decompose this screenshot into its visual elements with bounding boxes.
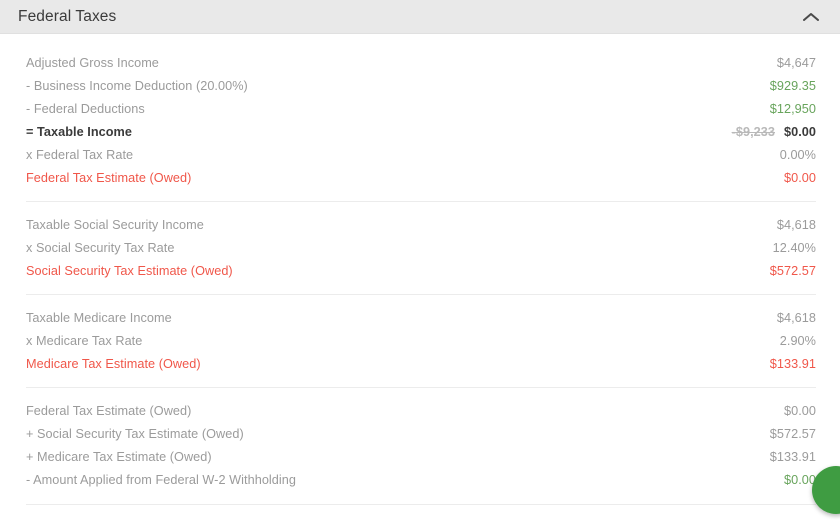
row-value-amount: 2.90% (779, 334, 816, 348)
row-label: Taxable Medicare Income (26, 311, 172, 325)
tax-row: Federal Tax Estimate (Owed) $0.00 (26, 400, 816, 423)
row-label: - Business Income Deduction (20.00%) (26, 79, 248, 93)
row-value-amount: $12,950 (769, 102, 816, 116)
tax-group-medicare-tax: Taxable Medicare Income $4,618 x Medicare … (26, 294, 816, 376)
row-value: $133.91 (770, 353, 816, 376)
federal-taxes-panel: Federal Taxes Adjusted Gross Income $4,64… (0, 0, 840, 520)
row-label: + Social Security Tax Estimate (Owed) (26, 427, 244, 441)
row-value-amount: $0.00 (784, 404, 816, 418)
tax-row: x Medicare Tax Rate 2.90% (26, 330, 816, 353)
row-value-amount: $4,618 (776, 311, 816, 325)
row-value-amount: $572.57 (769, 427, 816, 441)
row-value-amount: 0.00% (779, 148, 816, 162)
row-label: Taxable Social Security Income (26, 218, 204, 232)
tax-row: - Business Income Deduction (20.00%) $929… (26, 75, 816, 98)
row-value-struck: -$9,233 (731, 125, 775, 139)
row-value-amount: 12.40% (772, 241, 816, 255)
row-value: $0.00 (784, 167, 816, 190)
tax-row: - Federal Deductions $12,950 (26, 98, 816, 121)
row-value: 2.90% (780, 330, 816, 353)
row-label: Federal Tax Estimate (Owed) (26, 404, 192, 418)
tax-row: - Amount Applied from Federal W-2 Withho… (26, 469, 816, 492)
row-value-amount: $4,618 (776, 218, 816, 232)
tax-row: x Social Security Tax Rate 12.40% (26, 237, 816, 260)
row-value: $929.35 (770, 75, 816, 98)
row-label: - Federal Deductions (26, 102, 145, 116)
tax-breakdown-groups: Adjusted Gross Income $4,647 - Business In… (26, 52, 816, 492)
row-label: = Taxable Income (26, 125, 132, 139)
tax-group-social-security-tax: Taxable Social Security Income $4,618 x So… (26, 201, 816, 283)
row-value: 12.40% (773, 237, 816, 260)
row-label: x Federal Tax Rate (26, 148, 134, 162)
chevron-up-icon[interactable] (798, 4, 824, 30)
row-value: $4,618 (777, 214, 816, 237)
row-value: $4,618 (777, 307, 816, 330)
panel-body: Adjusted Gross Income $4,647 - Business In… (0, 34, 840, 520)
row-value-amount: $572.57 (769, 264, 816, 278)
row-label: Adjusted Gross Income (26, 56, 159, 70)
row-label: + Medicare Tax Estimate (Owed) (26, 450, 212, 464)
row-label: - Amount Applied from Federal W-2 Withho… (26, 473, 296, 487)
tax-group-tax-summary: Federal Tax Estimate (Owed) $0.00 + Social… (26, 387, 816, 492)
row-value-amount: $0.00 (784, 171, 816, 185)
row-value-amount: $0.00 (784, 125, 816, 139)
row-value: $0.00 (784, 400, 816, 423)
row-value: $572.57 (770, 260, 816, 283)
tax-row: Adjusted Gross Income $4,647 (26, 52, 816, 75)
tax-row: Federal Tax Estimate (Owed) $0.00 (26, 167, 816, 190)
row-label: Social Security Tax Estimate (Owed) (26, 264, 233, 278)
row-label: Medicare Tax Estimate (Owed) (26, 357, 201, 371)
row-value: $4,647 (777, 52, 816, 75)
row-value-amount: $133.91 (769, 357, 816, 371)
row-value: -$9,233 $0.00 (732, 121, 816, 144)
tax-row: + Medicare Tax Estimate (Owed) $133.91 (26, 446, 816, 469)
tax-row: x Federal Tax Rate 0.00% (26, 144, 816, 167)
tax-row: Medicare Tax Estimate (Owed) $133.91 (26, 353, 816, 376)
row-value: $12,950 (770, 98, 816, 121)
total-row: Federal Tax Estimate (Unpaid) $706.48 (26, 505, 816, 520)
row-value: $133.91 (770, 446, 816, 469)
row-label: x Medicare Tax Rate (26, 334, 143, 348)
page-title: Federal Taxes (18, 7, 117, 25)
tax-row: Social Security Tax Estimate (Owed) $572.… (26, 260, 816, 283)
row-value-amount: $133.91 (769, 450, 816, 464)
tax-row: Taxable Social Security Income $4,618 (26, 214, 816, 237)
row-label: x Social Security Tax Rate (26, 241, 175, 255)
row-value-amount: $4,647 (776, 56, 816, 70)
tax-row: Taxable Medicare Income $4,618 (26, 307, 816, 330)
row-value-amount: $929.35 (769, 79, 816, 93)
row-label: Federal Tax Estimate (Owed) (26, 171, 192, 185)
row-value: 0.00% (780, 144, 816, 167)
tax-row: = Taxable Income -$9,233 $0.00 (26, 121, 816, 144)
panel-header[interactable]: Federal Taxes (0, 0, 840, 34)
tax-group-federal-income-tax: Adjusted Gross Income $4,647 - Business In… (26, 52, 816, 190)
tax-row: + Social Security Tax Estimate (Owed) $57… (26, 423, 816, 446)
row-value: $572.57 (770, 423, 816, 446)
